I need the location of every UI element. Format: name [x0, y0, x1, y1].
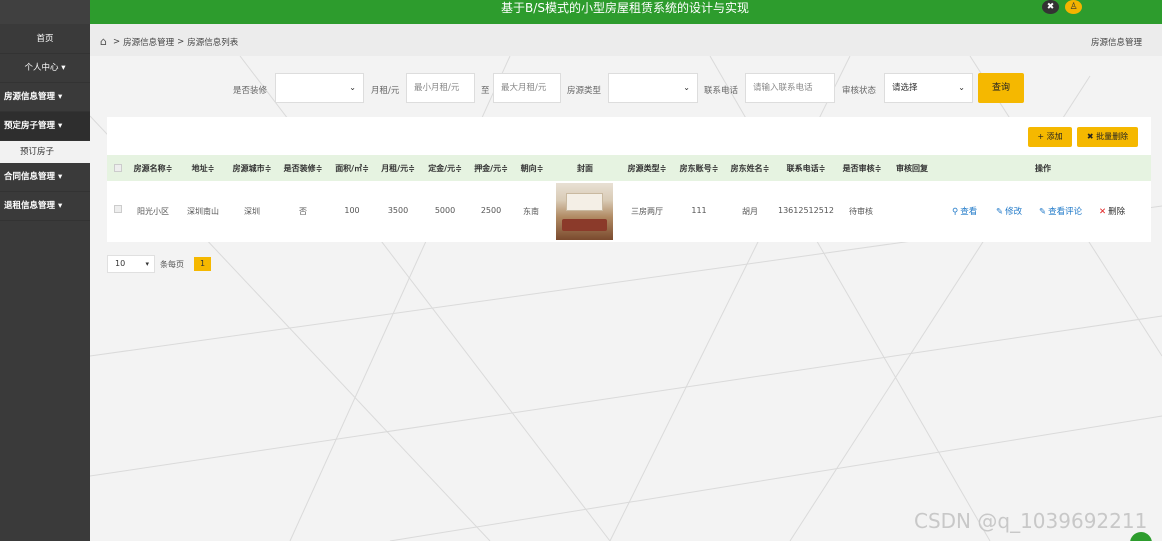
- edit-button[interactable]: ✎ 修改: [996, 205, 1022, 217]
- column-header[interactable]: 是否审核≑: [843, 163, 882, 174]
- column-header[interactable]: 月租/元≑: [381, 163, 415, 174]
- rent-min-input[interactable]: 最小月租/元: [406, 73, 475, 103]
- breadcrumb-sep: >: [177, 36, 185, 47]
- per-page-label: 条每页: [160, 260, 184, 269]
- sidebar-subitem-book-house[interactable]: 预订房子: [0, 141, 90, 163]
- cell-decorated: 否: [299, 207, 307, 216]
- house-type-label: 房源类型: [567, 86, 602, 96]
- breadcrumb-item: 房源信息列表: [187, 37, 239, 48]
- chevron-down-icon: ⌄: [958, 83, 965, 92]
- column-header[interactable]: 房源城市≑: [233, 163, 272, 174]
- cell-house-name: 阳光小区: [137, 207, 169, 216]
- chevron-down-icon: ⌄: [349, 83, 356, 92]
- house-cover-image[interactable]: [556, 183, 613, 240]
- column-header[interactable]: 房东姓名≑: [731, 163, 770, 174]
- sidebar-item-house-info[interactable]: 房源信息管理 ▾: [0, 83, 90, 112]
- page-section-title: 房源信息管理: [1090, 38, 1142, 48]
- add-button[interactable]: + 添加: [1028, 127, 1072, 147]
- query-button[interactable]: 查询: [978, 73, 1024, 103]
- search-icon: ⚲: [952, 207, 959, 217]
- view-comments-button[interactable]: ✎ 查看评论: [1039, 205, 1082, 217]
- page-number-current[interactable]: 1: [194, 257, 211, 271]
- decoration-label: 是否装修: [233, 86, 268, 96]
- sidebar-item-personal-center[interactable]: 个人中心 ▾: [0, 54, 90, 83]
- sidebar-item-contract[interactable]: 合同信息管理 ▾: [0, 163, 90, 192]
- cell-address: 深圳南山: [187, 207, 219, 216]
- view-button[interactable]: ⚲ 查看: [952, 205, 977, 217]
- cell-audit-status: 待审核: [849, 207, 873, 216]
- column-header[interactable]: 面积/㎡≑: [335, 163, 369, 174]
- page-size-select[interactable]: 10 ▾: [107, 255, 155, 273]
- sidebar-item-home[interactable]: 首页: [0, 24, 90, 54]
- sidebar-item-checkout[interactable]: 退租信息管理 ▾: [0, 192, 90, 221]
- cell-deposit: 2500: [480, 206, 502, 215]
- phone-input[interactable]: 请输入联系电话: [745, 73, 835, 103]
- sidebar: 首页 个人中心 ▾ 房源信息管理 ▾ 预定房子管理 ▾ 预订房子 合同信息管理 …: [0, 0, 90, 541]
- close-icon: ✕: [1099, 207, 1107, 217]
- cover-window-shape: [566, 193, 603, 211]
- close-icon[interactable]: ✖: [1042, 0, 1059, 14]
- system-title: 基于B/S模式的小型房屋租赁系统的设计与实现: [501, 1, 749, 15]
- column-header[interactable]: 房东账号≑: [680, 163, 719, 174]
- cell-rent: 3500: [387, 206, 409, 215]
- rent-label: 月租/元: [371, 86, 400, 96]
- cover-sofa-shape: [562, 219, 607, 231]
- batch-delete-button[interactable]: ✖ 批量删除: [1077, 127, 1138, 147]
- house-type-select[interactable]: ⌄: [608, 73, 698, 103]
- phone-label: 联系电话: [704, 86, 739, 96]
- watermark: CSDN @q_1039692211: [914, 509, 1148, 533]
- select-all-checkbox[interactable]: [114, 164, 122, 172]
- breadcrumb-sep: >: [112, 36, 121, 47]
- audit-status-select[interactable]: 请选择 ⌄: [884, 73, 973, 103]
- row-checkbox[interactable]: [114, 205, 122, 213]
- column-header[interactable]: 房源类型≑: [628, 163, 667, 174]
- cell-area: 100: [344, 206, 360, 215]
- cell-phone: 13612512512: [778, 206, 834, 215]
- column-header[interactable]: 地址≑: [192, 163, 215, 174]
- column-header[interactable]: 押金/元≑: [474, 163, 508, 174]
- column-header: 封面: [577, 164, 593, 173]
- rent-max-input[interactable]: 最大月租/元: [493, 73, 561, 103]
- home-icon[interactable]: ⌂: [100, 35, 107, 48]
- cell-landlord-account: 111: [691, 206, 707, 215]
- top-header: 基于B/S模式的小型房屋租赁系统的设计与实现 ✖ ♙: [90, 0, 1162, 24]
- pencil-icon: ✎: [1039, 207, 1047, 217]
- column-header[interactable]: 联系电话≑: [787, 163, 826, 174]
- sidebar-top: [0, 0, 90, 24]
- chevron-down-icon: ⌄: [683, 83, 690, 92]
- audit-label: 审核状态: [842, 86, 877, 96]
- column-header[interactable]: 定金/元≑: [428, 163, 462, 174]
- cell-booking-deposit: 5000: [434, 206, 456, 215]
- cell-landlord-name: 胡月: [742, 207, 758, 216]
- column-header[interactable]: 房源名称≑: [134, 163, 173, 174]
- delete-button[interactable]: ✕ 删除: [1099, 205, 1125, 217]
- range-to-label: 至: [481, 86, 490, 96]
- column-header[interactable]: 朝向≑: [521, 163, 544, 174]
- cell-house-type: 三房两厅: [631, 207, 663, 216]
- column-header[interactable]: 是否装修≑: [284, 163, 323, 174]
- pencil-icon: ✎: [996, 207, 1004, 217]
- column-header: 操作: [1035, 164, 1051, 173]
- column-header: 审核回复: [896, 164, 928, 173]
- user-icon[interactable]: ♙: [1065, 0, 1082, 14]
- cell-city: 深圳: [244, 207, 260, 216]
- decoration-select[interactable]: ⌄: [275, 73, 364, 103]
- chevron-down-icon: ▾: [145, 260, 149, 268]
- breadcrumb: ⌂ > 房源信息管理 > 房源信息列表: [100, 35, 238, 48]
- cell-orientation: 东南: [523, 207, 539, 216]
- sidebar-item-booking-management[interactable]: 预定房子管理 ▾: [0, 112, 90, 141]
- breadcrumb-bar: ⌂ > 房源信息管理 > 房源信息列表 房源信息管理: [90, 24, 1162, 56]
- breadcrumb-item[interactable]: 房源信息管理: [123, 36, 174, 48]
